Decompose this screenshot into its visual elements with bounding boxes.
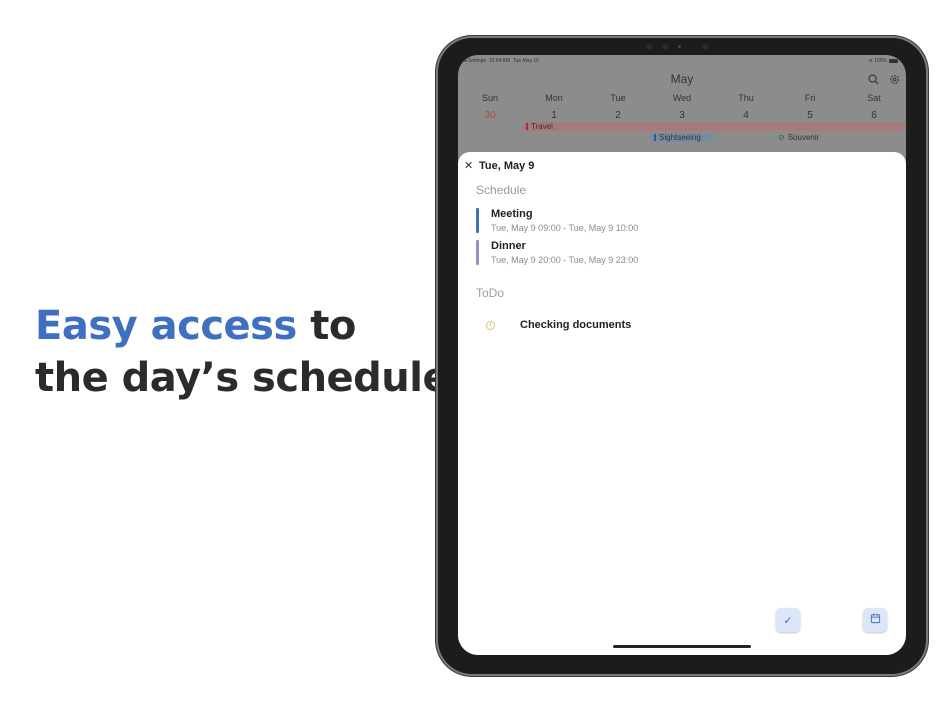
headline: Easy access to the day’s schedule xyxy=(35,300,450,404)
schedule-item-name: Dinner xyxy=(491,240,526,252)
date-cell[interactable]: 30 xyxy=(458,110,522,121)
event-label: Sightseeing xyxy=(659,133,701,142)
event-sightseeing[interactable]: Sightseeing xyxy=(651,133,713,142)
close-icon[interactable]: ✕ xyxy=(464,159,473,172)
wifi-icon: ≋ xyxy=(868,58,873,64)
schedule-item-time: Tue, May 9 20:00 - Tue, May 9 23:00 xyxy=(491,255,639,265)
todo-section-label: ToDo xyxy=(476,286,505,300)
weekday-label: Wed xyxy=(672,93,692,103)
todo-item-name: Checking documents xyxy=(520,319,632,331)
calendar-icon xyxy=(870,613,881,627)
sheet-title: Tue, May 9 xyxy=(479,160,535,172)
weekday-label: Fri xyxy=(804,93,816,103)
add-todo-button[interactable]: ✓ xyxy=(776,608,800,632)
schedule-color-bar xyxy=(476,208,479,233)
date-cell[interactable]: 5 xyxy=(778,110,842,121)
headline-line-2: the day’s schedule xyxy=(35,355,450,401)
day-detail-sheet: ✕ Tue, May 9 Schedule Meeting Tue, May 9… xyxy=(458,152,906,655)
todo-status-icon[interactable] xyxy=(486,321,495,330)
search-icon[interactable] xyxy=(868,74,879,88)
month-title: May xyxy=(670,72,694,86)
headline-rest: to xyxy=(296,303,356,349)
event-travel[interactable]: Travel xyxy=(523,122,906,131)
weekday-label: Thu xyxy=(738,93,754,103)
weekday-label: Sun xyxy=(481,93,498,103)
event-label: Souvenir xyxy=(787,133,820,142)
schedule-color-bar xyxy=(476,240,479,265)
schedule-item-time: Tue, May 9 09:00 - Tue, May 9 10:00 xyxy=(491,223,639,233)
weekday-label: Sat xyxy=(867,93,881,103)
headline-accent: Easy access xyxy=(35,303,297,349)
headline-line-1: Easy access to xyxy=(35,300,449,352)
add-event-button[interactable] xyxy=(863,608,887,632)
gear-icon[interactable] xyxy=(889,74,900,88)
battery-percent: 100% xyxy=(874,58,887,64)
date-cell[interactable]: 1 xyxy=(522,110,586,121)
event-label: Travel xyxy=(531,122,553,131)
status-time: 10:54 AM xyxy=(488,58,510,64)
event-souvenir[interactable]: ⊘ Souvenir xyxy=(778,133,868,142)
check-circle-icon: ⊘ xyxy=(778,133,785,142)
status-left: ◂ Settings 10:54 AM Tue May 16 xyxy=(464,58,539,64)
weekday-header: Sun Mon Tue Wed Thu Fri Sat xyxy=(458,93,906,103)
home-indicator[interactable] xyxy=(613,645,751,648)
battery-icon xyxy=(889,58,898,63)
status-date: Tue May 16 xyxy=(512,58,539,64)
weekday-label: Mon xyxy=(545,93,563,103)
date-cell[interactable]: 4 xyxy=(714,110,778,121)
date-cell[interactable]: 6 xyxy=(842,110,906,121)
weekday-label: Tue xyxy=(610,93,626,103)
ipad-frame: ◂ Settings 10:54 AM Tue May 16 ≋ 100% Ma… xyxy=(438,38,926,674)
date-cell[interactable]: 3 xyxy=(650,110,714,121)
schedule-item-name: Meeting xyxy=(491,208,533,220)
schedule-section-label: Schedule xyxy=(476,183,527,197)
date-row: 30 1 2 3 4 5 6 xyxy=(458,110,906,121)
status-bar: ◂ Settings 10:54 AM Tue May 16 ≋ 100% xyxy=(458,55,906,67)
checkmark-icon: ✓ xyxy=(783,614,793,627)
app-screen: ◂ Settings 10:54 AM Tue May 16 ≋ 100% Ma… xyxy=(458,55,906,655)
date-cell[interactable]: 2 xyxy=(586,110,650,121)
back-app-link[interactable]: Settings xyxy=(468,58,486,64)
status-right: ≋ 100% xyxy=(869,58,898,64)
camera-bar xyxy=(642,42,714,50)
